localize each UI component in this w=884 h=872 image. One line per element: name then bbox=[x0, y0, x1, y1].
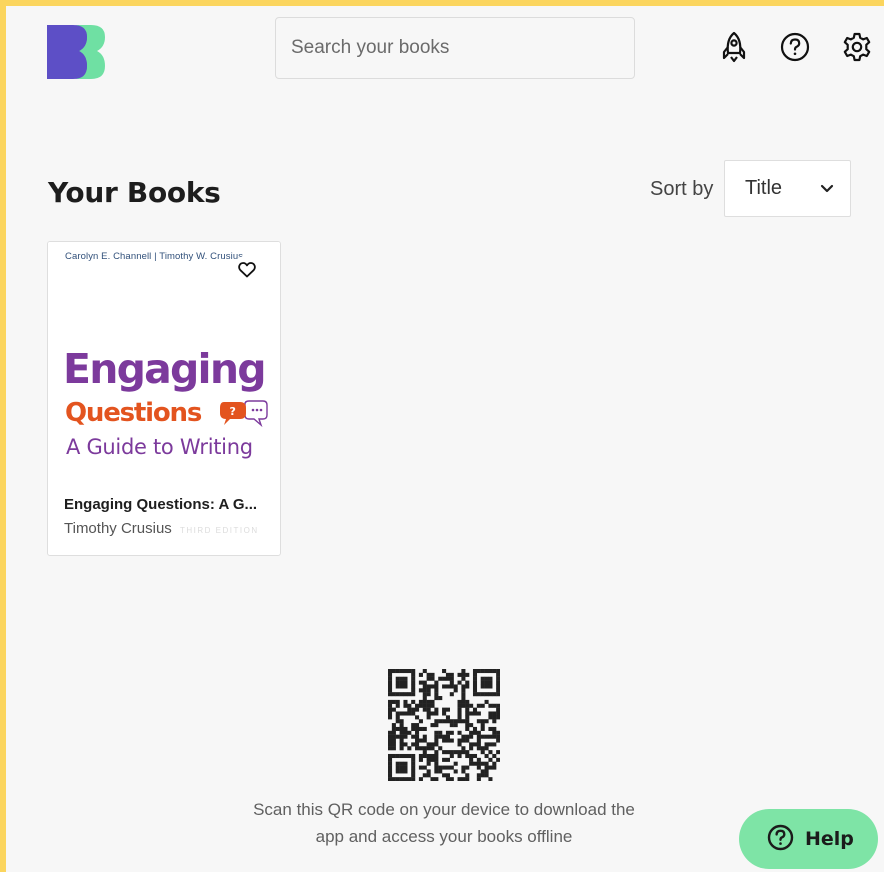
cover-subtitle: A Guide to Writing bbox=[66, 435, 253, 459]
cover-edition: THIRD EDITION bbox=[180, 526, 259, 535]
favorite-button[interactable] bbox=[230, 256, 263, 289]
qr-caption-line1: Scan this QR code on your device to down… bbox=[253, 800, 635, 819]
book-card[interactable]: Carolyn E. Channell | Timothy W. Crusius… bbox=[47, 241, 281, 556]
book-author: Timothy Crusius bbox=[64, 520, 172, 537]
heart-icon bbox=[237, 262, 256, 283]
qr-caption-line2: app and access your books offline bbox=[315, 827, 573, 846]
help-icon bbox=[767, 824, 794, 854]
help-button[interactable]: Help bbox=[739, 809, 878, 869]
chevron-down-icon bbox=[820, 181, 834, 199]
app-window: Your Books Sort by Title Carolyn E. Chan… bbox=[0, 0, 884, 872]
cover-title-line2: Questions bbox=[65, 398, 202, 428]
gear-icon[interactable] bbox=[840, 30, 874, 64]
search-input[interactable] bbox=[275, 17, 635, 79]
page-title: Your Books bbox=[48, 176, 221, 209]
app-logo[interactable] bbox=[47, 25, 109, 79]
help-label: Help bbox=[805, 828, 854, 850]
svg-text:?: ? bbox=[230, 405, 236, 418]
sort-label: Sort by bbox=[650, 178, 714, 200]
cover-title-line1: Engaging bbox=[63, 345, 267, 393]
sort-selected-value: Title bbox=[745, 177, 783, 199]
book-title: Engaging Questions: A G... bbox=[64, 496, 258, 513]
qr-code bbox=[388, 669, 501, 782]
sort-dropdown[interactable]: Title bbox=[724, 160, 851, 217]
rocket-icon[interactable] bbox=[717, 30, 751, 64]
help-circle-icon[interactable] bbox=[778, 30, 812, 64]
speech-bubble-icon: ? bbox=[218, 400, 268, 433]
qr-caption: Scan this QR code on your device to down… bbox=[219, 796, 669, 850]
